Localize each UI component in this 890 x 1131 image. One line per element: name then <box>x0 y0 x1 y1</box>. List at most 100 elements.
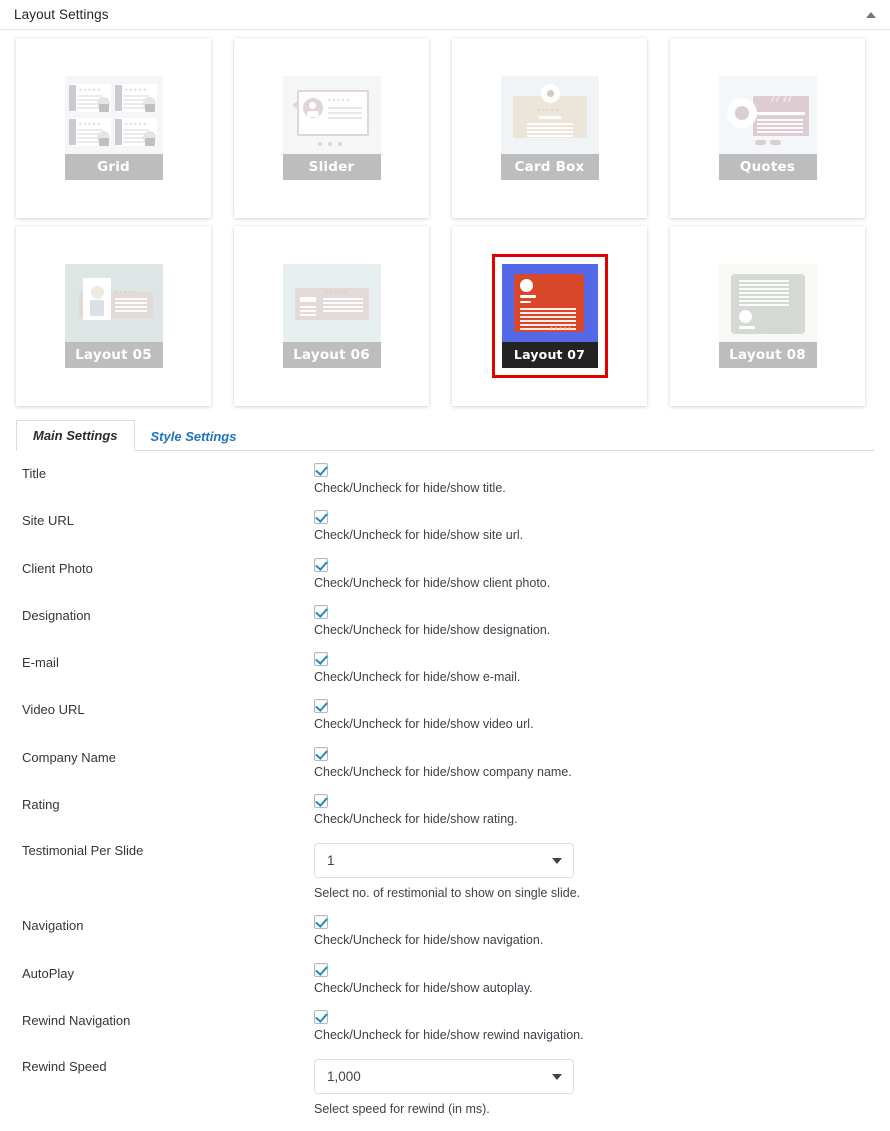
layout-option-layout08[interactable]: ★★★★★ Layout 08 <box>670 226 865 406</box>
help-text-email: Check/Uncheck for hide/show e-mail. <box>314 670 521 684</box>
field-control-site-url: Check/Uncheck for hide/show site url. <box>314 510 874 557</box>
form-row-designation: Designation Check/Uncheck for hide/show d… <box>22 604 874 652</box>
select-block: 1,000 Select speed for rewind (in ms). <box>314 1057 874 1131</box>
help-text-video-url: Check/Uncheck for hide/show video url. <box>314 717 534 732</box>
layout-thumbnail: ★★★★★ Layout 06 <box>282 264 381 368</box>
select-value-testimonial-per-slide: 1 <box>327 853 335 868</box>
layout-gallery-row: ★★★★★ ★★★★★ ★★★★★ ★★★★★ Grid ★★★★★ Slider ★★★★★… <box>16 38 874 218</box>
thumbnail-artwork: ★★★ ““ <box>718 76 817 154</box>
layout-thumbnail-frame: ★★★★★ ★★★★★ ★★★★★ ★★★★★ Grid <box>64 76 163 180</box>
tab-style-settings[interactable]: Style Settings <box>135 422 253 451</box>
field-control-rating: Check/Uncheck for hide/show rating. <box>314 793 874 841</box>
help-text-designation: Check/Uncheck for hide/show designation. <box>314 622 551 637</box>
help-text-company-name: Check/Uncheck for hide/show company name… <box>314 764 572 779</box>
select-value-rewind-speed: 1,000 <box>327 1069 361 1084</box>
form-row-rating: Rating Check/Uncheck for hide/show rating… <box>22 793 874 841</box>
field-label-title: Title <box>22 466 47 481</box>
layout-thumbnail-frame: ★★★★★ Slider <box>282 76 381 180</box>
checkbox-block: Check/Uncheck for hide/show rewind navig… <box>314 1009 874 1057</box>
checkbox-company-name[interactable] <box>314 746 328 761</box>
layout-option-label: Layout 08 <box>718 342 817 368</box>
field-control-company-name: Check/Uncheck for hide/show company name… <box>314 746 874 794</box>
form-row-rewind-navigation: Rewind Navigation Check/Uncheck for hide/… <box>22 1009 874 1057</box>
layout-gallery-row: ★★★★★ Layout 05 ★★★★★ Layout 06 ★★★★★ Layout … <box>16 226 874 406</box>
settings-form: Title Check/Uncheck for hide/show title. S… <box>0 451 890 1131</box>
help-text-site-url: Check/Uncheck for hide/show site url. <box>314 528 524 543</box>
form-row-title: Title Check/Uncheck for hide/show title. <box>22 463 874 510</box>
checkbox-rewind-navigation[interactable] <box>314 1009 328 1024</box>
thumbnail-artwork: ★★★★★ <box>64 264 163 342</box>
layout-option-label: Grid <box>64 154 163 180</box>
form-row-site-url: Site URL Check/Uncheck for hide/show site… <box>22 510 874 557</box>
layout-thumbnail-frame: ★★★★★ Layout 08 <box>718 264 817 368</box>
thumbnail-artwork: ★★★★★ ★★★★★ ★★★★★ ★★★★★ <box>64 76 163 154</box>
thumbnail-artwork: ★★★★★ <box>282 264 381 342</box>
thumbnail-artwork: ★★★★★ <box>282 76 381 154</box>
page-title: Layout Settings <box>14 7 109 22</box>
layout-thumbnail: ★★★★★ Layout 05 <box>64 264 163 368</box>
field-label-video-url: Video URL <box>22 702 85 718</box>
field-label-client-photo: Client Photo <box>22 560 93 576</box>
settings-tabs: Main Settings Style Settings <box>16 420 874 451</box>
layout-option-grid[interactable]: ★★★★★ ★★★★★ ★★★★★ ★★★★★ Grid <box>16 38 211 218</box>
form-row-autoplay: AutoPlay Check/Uncheck for hide/show auto… <box>22 962 874 1010</box>
layout-thumbnail: ★★★★★ Layout 08 <box>718 264 817 368</box>
field-control-email: Check/Uncheck for hide/show e-mail. <box>314 652 874 699</box>
thumbnail-artwork: ★★★★★ <box>501 264 598 342</box>
checkbox-block: Check/Uncheck for hide/show company name… <box>314 746 874 794</box>
form-row-testimonial-per-slide: Testimonial Per Slide 1 Select no. of rest… <box>22 841 874 915</box>
help-text-client-photo: Check/Uncheck for hide/show client photo… <box>314 575 551 590</box>
field-control-autoplay: Check/Uncheck for hide/show autoplay. <box>314 962 874 1010</box>
checkbox-client-photo[interactable] <box>314 557 328 572</box>
layout-option-quotes[interactable]: ★★★ ““ Quotes <box>670 38 865 218</box>
field-control-video-url: Check/Uncheck for hide/show video url. <box>314 699 874 746</box>
panel-header: Layout Settings <box>0 0 890 30</box>
checkbox-navigation[interactable] <box>314 915 328 930</box>
checkbox-site-url[interactable] <box>314 510 328 525</box>
checkbox-block: Check/Uncheck for hide/show video url. <box>314 699 874 746</box>
select-rewind-speed[interactable]: 1,000 <box>314 1059 574 1094</box>
layout-gallery: ★★★★★ ★★★★★ ★★★★★ ★★★★★ Grid ★★★★★ Slider ★★★★★… <box>0 30 890 406</box>
layout-thumbnail: ★★★★★ Card Box <box>500 76 599 180</box>
tab-main-settings[interactable]: Main Settings <box>16 420 135 451</box>
field-control-navigation: Check/Uncheck for hide/show navigation. <box>314 915 874 962</box>
layout-option-layout07[interactable]: ★★★★★ Layout 07 <box>452 226 647 406</box>
field-label-testimonial-per-slide: Testimonial Per Slide <box>22 843 144 858</box>
layout-option-label: Slider <box>282 154 381 180</box>
layout-option-layout05[interactable]: ★★★★★ Layout 05 <box>16 226 211 406</box>
form-row-video-url: Video URL Check/Uncheck for hide/show vid… <box>22 699 874 746</box>
layout-thumbnail-frame: ★★★★★ Layout 07 <box>491 254 608 378</box>
chevron-up-icon[interactable] <box>866 11 876 18</box>
checkbox-autoplay[interactable] <box>314 962 328 977</box>
field-control-designation: Check/Uncheck for hide/show designation. <box>314 604 874 652</box>
select-block: 1 Select no. of restimonial to show on si… <box>314 841 874 915</box>
form-row-company-name: Company Name Check/Uncheck for hide/show … <box>22 746 874 794</box>
checkbox-block: Check/Uncheck for hide/show navigation. <box>314 915 874 962</box>
field-label-company-name: Company Name <box>22 749 116 765</box>
layout-thumbnail-frame: ★★★ ““ Quotes <box>718 76 817 180</box>
field-label-email: E-mail <box>22 655 59 670</box>
chevron-down-icon <box>552 1073 562 1080</box>
field-control-client-photo: Check/Uncheck for hide/show client photo… <box>314 557 874 605</box>
layout-thumbnail-frame: ★★★★★ Layout 06 <box>282 264 381 368</box>
checkbox-designation[interactable] <box>314 604 328 619</box>
thumbnail-artwork: ★★★★★ <box>718 264 817 342</box>
layout-option-cardbox[interactable]: ★★★★★ Card Box <box>452 38 647 218</box>
layout-option-layout06[interactable]: ★★★★★ Layout 06 <box>234 226 429 406</box>
layout-option-slider[interactable]: ★★★★★ Slider <box>234 38 429 218</box>
checkbox-block: Check/Uncheck for hide/show e-mail. <box>314 652 874 699</box>
select-testimonial-per-slide[interactable]: 1 <box>314 843 574 878</box>
help-text-rewind-navigation: Check/Uncheck for hide/show rewind navig… <box>314 1027 584 1042</box>
checkbox-email[interactable] <box>314 652 328 666</box>
help-text-testimonial-per-slide: Select no. of restimonial to show on sin… <box>314 886 581 900</box>
help-text-rewind-speed: Select speed for rewind (in ms). <box>314 1102 490 1116</box>
checkbox-title[interactable] <box>314 463 328 477</box>
field-label-rating: Rating <box>22 796 60 812</box>
help-text-navigation: Check/Uncheck for hide/show navigation. <box>314 933 544 948</box>
form-row-client-photo: Client Photo Check/Uncheck for hide/show … <box>22 557 874 605</box>
layout-thumbnail: ★★★★★ ★★★★★ ★★★★★ ★★★★★ Grid <box>64 76 163 180</box>
checkbox-block: Check/Uncheck for hide/show rating. <box>314 793 874 841</box>
checkbox-rating[interactable] <box>314 793 328 808</box>
checkbox-video-url[interactable] <box>314 699 328 714</box>
layout-option-label: Card Box <box>500 154 599 180</box>
